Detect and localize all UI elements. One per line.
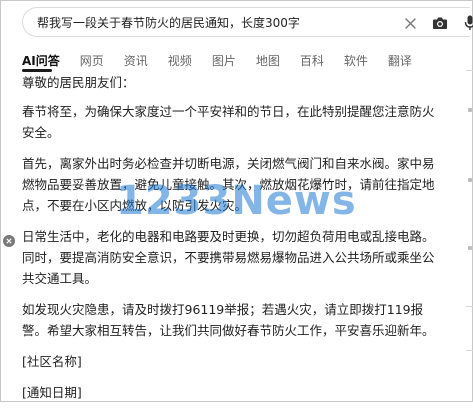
ai-answer: 尊敬的居民朋友们： 春节将至，为确保大家度过一个平安祥和的节日，在此特别提醒您注… bbox=[22, 70, 440, 413]
answer-paragraph: 如发现火灾隐患，请及时拨打96119举报；若遇火灾，请立即拨打119报警。希望大… bbox=[22, 302, 435, 338]
sidebar-divider bbox=[466, 306, 473, 307]
watermark: 1233News bbox=[116, 178, 357, 224]
tab-software[interactable]: 软件 bbox=[344, 52, 368, 69]
search-input[interactable]: 帮我写一段关于春节防火的居民通知，长度300字 bbox=[37, 14, 300, 31]
sidebar-marker bbox=[468, 178, 472, 182]
search-bar[interactable]: 帮我写一段关于春节防火的居民通知，长度300字 bbox=[22, 7, 473, 37]
answer-paragraph: 春节将至，为确保大家度过一个平安祥和的节日，在此特别提醒您注意防火安全。 bbox=[22, 104, 435, 140]
close-icon[interactable] bbox=[3, 235, 15, 247]
tab-images[interactable]: 图片 bbox=[212, 52, 236, 69]
answer-paragraph: 日常生活中，老化的电器和电路要及时更换，切勿超负荷用电或乱接电路。同时，要提高消… bbox=[22, 229, 435, 286]
search-tabs: AI问答 网页 资讯 视频 图片 地图 百科 软件 翻译 bbox=[22, 52, 432, 69]
notice-date: [通知日期] bbox=[22, 385, 82, 400]
right-sidebar bbox=[462, 70, 473, 402]
tab-video[interactable]: 视频 bbox=[168, 52, 192, 69]
camera-icon[interactable] bbox=[429, 13, 451, 33]
tab-news[interactable]: 资讯 bbox=[124, 52, 148, 69]
tab-baike[interactable]: 百科 bbox=[300, 52, 324, 69]
close-icon[interactable] bbox=[399, 13, 421, 33]
tab-web[interactable]: 网页 bbox=[80, 52, 104, 69]
tab-ai-qa[interactable]: AI问答 bbox=[22, 52, 60, 69]
sidebar-divider bbox=[466, 70, 473, 71]
sidebar-divider bbox=[466, 350, 473, 351]
sidebar-marker bbox=[468, 246, 472, 250]
sidebar-marker bbox=[468, 108, 472, 112]
microphone-icon[interactable] bbox=[459, 13, 473, 33]
tab-translate[interactable]: 翻译 bbox=[388, 52, 412, 69]
answer-greeting: 尊敬的居民朋友们： bbox=[22, 75, 135, 90]
tab-maps[interactable]: 地图 bbox=[256, 52, 280, 69]
search-actions bbox=[399, 13, 473, 33]
community-name: [社区名称] bbox=[22, 354, 82, 369]
